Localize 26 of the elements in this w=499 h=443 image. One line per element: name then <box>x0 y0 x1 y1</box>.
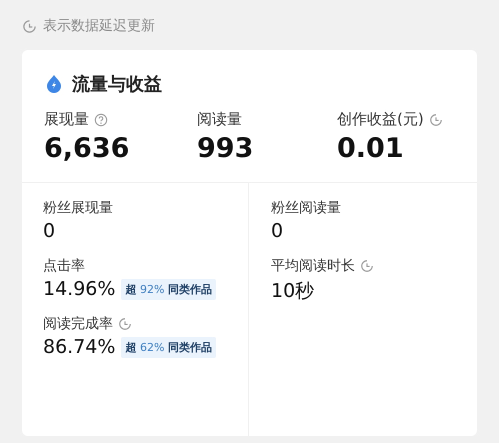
clock-icon <box>22 18 37 34</box>
metric-value: 6,636 <box>44 133 130 164</box>
delay-notice: 表示数据延迟更新 <box>43 17 155 35</box>
lightning-drop-icon <box>44 74 64 94</box>
metric-value: 0 <box>43 220 56 242</box>
clock-icon <box>118 317 132 331</box>
clock-icon <box>428 112 443 126</box>
metric-label: 创作收益(元) <box>337 110 424 129</box>
metric-label: 点击率 <box>43 257 85 275</box>
metric-value: 10秒 <box>271 279 314 304</box>
metric-label: 粉丝阅读量 <box>271 199 341 217</box>
metric-value: 14.96% <box>43 278 116 300</box>
help-icon[interactable] <box>94 112 108 126</box>
metric-value: 993 <box>197 133 254 164</box>
metric-label: 平均阅读时长 <box>271 257 355 275</box>
comparison-badge: 超 62% 同类作品 <box>121 336 216 358</box>
metric-value: 86.74% <box>43 336 116 358</box>
comparison-badge: 超 92% 同类作品 <box>121 278 216 300</box>
metric-label: 展现量 <box>44 110 89 129</box>
metric-label: 粉丝展现量 <box>43 199 113 217</box>
metric-value: 0.01 <box>337 133 405 164</box>
metric-label: 阅读量 <box>197 110 242 129</box>
card-title: 流量与收益 <box>72 73 162 96</box>
metric-value: 0 <box>271 220 284 242</box>
metric-label: 阅读完成率 <box>43 315 113 333</box>
clock-icon <box>360 259 374 273</box>
